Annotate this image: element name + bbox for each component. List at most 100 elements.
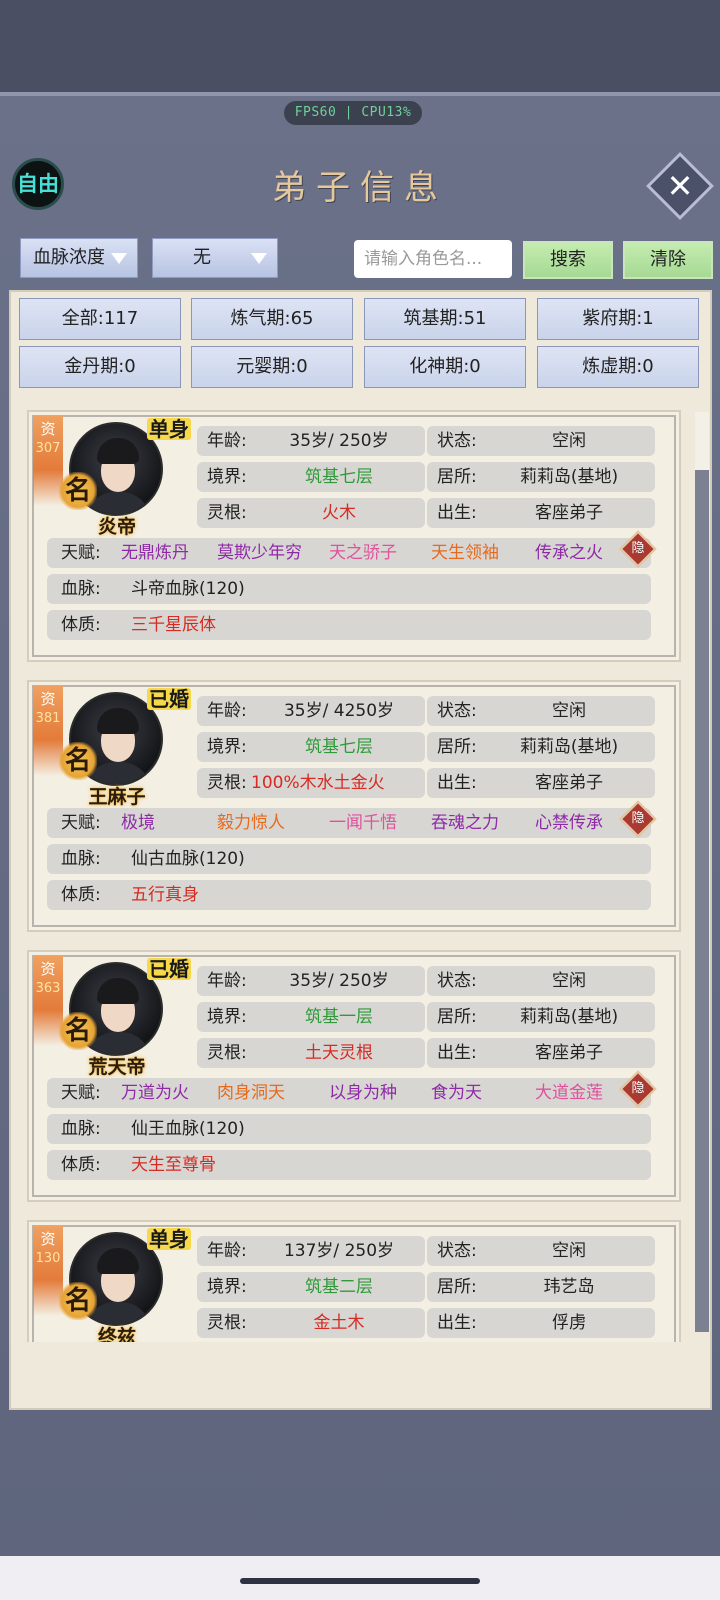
field-state-value: 空闲 — [552, 431, 586, 451]
bloodline-label: 血脉: — [61, 849, 101, 869]
talent-item[interactable]: 无鼎炼丹 — [121, 538, 189, 568]
bloodline-value: 仙王血脉(120) — [131, 1119, 245, 1139]
talent-label: 天赋: — [61, 543, 101, 563]
talent-item[interactable]: 一闻千悟 — [329, 808, 397, 838]
disciple-list: 资 307 名单身 炎帝 年龄: 35岁/ 250岁 状态: 空闲 境界: 筑基七层 居所: 莉莉岛(… — [25, 410, 685, 1342]
top-status-area — [0, 0, 720, 92]
field-birth-value: 客座弟子 — [535, 1043, 603, 1063]
filter-yuanying[interactable]: 元婴期:0 — [191, 346, 353, 388]
talent-item[interactable]: 食为天 — [431, 1078, 482, 1108]
field-realm-value: 筑基七层 — [305, 467, 373, 487]
search-button[interactable]: 搜索 — [523, 241, 613, 279]
avatar-hair — [97, 1248, 139, 1274]
filter-jindan[interactable]: 金丹期:0 — [19, 346, 181, 388]
field-state: 状态: 空闲 — [427, 696, 655, 726]
aptitude-value: 130 — [35, 1251, 61, 1266]
marital-status-tag: 单身 — [147, 1227, 191, 1251]
bloodline-row: 血脉: 斗帝血脉(120) — [47, 574, 651, 604]
physique-row: 体质: 三千星辰体 — [47, 610, 651, 640]
field-home-label: 居所: — [437, 467, 477, 487]
clear-button[interactable]: 清除 — [623, 241, 713, 279]
field-birth-label: 出生: — [437, 1043, 477, 1063]
hide-icon: 隐 — [631, 541, 645, 556]
talent-row: 天赋: 万道为火 肉身洞天 以身为种 食为天 大道金莲 — [47, 1078, 651, 1108]
field-age-label: 年龄: — [207, 971, 247, 991]
talent-item[interactable]: 心禁传承 — [535, 808, 603, 838]
talent-item[interactable]: 莫欺少年穷 — [217, 538, 302, 568]
field-root-value: 金土木 — [313, 1313, 365, 1333]
field-home-label: 居所: — [437, 1007, 477, 1027]
field-age-label: 年龄: — [207, 1241, 247, 1261]
field-age-value: 35岁/ 250岁 — [289, 431, 389, 451]
field-state: 状态: 空闲 — [427, 966, 655, 996]
talent-item[interactable]: 大道金莲 — [535, 1078, 603, 1108]
field-realm: 境界: 筑基一层 — [197, 1002, 425, 1032]
filter-lianqi[interactable]: 炼气期:65 — [191, 298, 353, 340]
field-home-value: 玮艺岛 — [543, 1277, 595, 1297]
talent-item[interactable]: 吞魂之力 — [431, 808, 499, 838]
field-realm-label: 境界: — [207, 1007, 247, 1027]
field-realm-value: 筑基七层 — [305, 737, 373, 757]
field-state: 状态: 空闲 — [427, 1236, 655, 1266]
field-home-value: 莉莉岛(基地) — [519, 1007, 619, 1027]
talent-item[interactable]: 毅力惊人 — [217, 808, 285, 838]
field-root-value: 火木 — [322, 503, 356, 523]
talent-item[interactable]: 肉身洞天 — [217, 1078, 285, 1108]
physique-value: 五行真身 — [131, 885, 199, 905]
field-home: 居所: 莉莉岛(基地) — [427, 732, 655, 762]
field-realm-label: 境界: — [207, 1277, 247, 1297]
talent-item[interactable]: 万道为火 — [121, 1078, 189, 1108]
field-age-value: 137岁/ 250岁 — [283, 1241, 395, 1261]
disciple-name: 炎帝 — [97, 516, 136, 538]
physique-value: 三千星辰体 — [131, 615, 216, 635]
bloodline-row: 血脉: 仙古血脉(120) — [47, 844, 651, 874]
aptitude-label: 资 — [40, 690, 56, 708]
field-state-label: 状态: — [437, 431, 477, 451]
fame-badge: 名 — [59, 1012, 97, 1050]
talent-item[interactable]: 以身为种 — [329, 1078, 397, 1108]
talent-item[interactable]: 极境 — [121, 808, 155, 838]
talent-row: 天赋: 极境 毅力惊人 一闻千悟 吞魂之力 心禁传承 — [47, 808, 651, 838]
disciple-name: 王麻子 — [88, 786, 146, 808]
talent-item[interactable]: 天之骄子 — [329, 538, 397, 568]
hide-icon: 隐 — [631, 811, 645, 826]
field-birth: 出生: 客座弟子 — [427, 498, 655, 528]
filter-zhuji[interactable]: 筑基期:51 — [364, 298, 526, 340]
disciple-card[interactable]: 资 381 名 已婚 王麻子 年龄: 35岁/ 4250岁 状态: 空闲 境界: 筑基七层 居所: 莉莉… — [27, 680, 681, 932]
field-birth: 出生: 客座弟子 — [427, 768, 655, 798]
fps-indicator: FPS60 | CPU13% — [284, 101, 422, 125]
filter-huashen[interactable]: 化神期:0 — [364, 346, 526, 388]
free-mode-button[interactable]: 自由 — [12, 158, 64, 210]
talent-item[interactable]: 天生领袖 — [431, 538, 499, 568]
field-birth-value: 俘虏 — [552, 1313, 586, 1333]
field-realm: 境界: 筑基七层 — [197, 732, 425, 762]
field-root-label: 灵根: — [207, 503, 247, 523]
physique-label: 体质: — [61, 615, 101, 635]
field-home-value: 莉莉岛(基地) — [519, 737, 619, 757]
avatar-hair — [97, 708, 139, 734]
disciple-card[interactable]: 资 307 名 单身 炎帝 年龄: 35岁/ 250岁 状态: 空闲 境界: 筑基七层 居所: 莉莉岛(… — [27, 410, 681, 662]
home-indicator[interactable] — [240, 1578, 480, 1584]
bloodline-label: 血脉: — [61, 1119, 101, 1139]
field-root-label: 灵根: — [207, 1313, 247, 1333]
field-age: 年龄: 35岁/ 250岁 — [197, 966, 425, 996]
scrollbar-thumb[interactable] — [695, 470, 709, 1332]
field-root: 灵根: 土天灵根 — [197, 1038, 425, 1068]
disciple-card[interactable]: 资 363 名 已婚 荒天帝 年龄: 35岁/ 250岁 状态: 空闲 境界: 筑基一层 居所: 莉莉岛… — [27, 950, 681, 1202]
talent-item[interactable]: 传承之火 — [535, 538, 603, 568]
search-input[interactable] — [354, 240, 512, 278]
avatar-hair — [97, 978, 139, 1004]
disciple-card[interactable]: 资 130 名 单身 终兹 年龄: 137岁/ 250岁 状态: 空闲 境界: 筑基二层 居所: 玮艺岛… — [27, 1220, 681, 1342]
filter-lianxu[interactable]: 炼虚期:0 — [537, 346, 699, 388]
hide-icon: 隐 — [631, 1081, 645, 1096]
field-home: 居所: 玮艺岛 — [427, 1272, 655, 1302]
field-root: 灵根: 金土木 — [197, 1308, 425, 1338]
filter-zifu[interactable]: 紫府期:1 — [537, 298, 699, 340]
sort-dropdown[interactable]: 血脉浓度 — [20, 238, 138, 278]
filter-dropdown[interactable]: 无 — [152, 238, 278, 278]
field-home-label: 居所: — [437, 1277, 477, 1297]
chevron-down-icon — [111, 253, 127, 264]
field-realm-value: 筑基二层 — [305, 1277, 373, 1297]
filter-all[interactable]: 全部:117 — [19, 298, 181, 340]
field-home: 居所: 莉莉岛(基地) — [427, 1002, 655, 1032]
